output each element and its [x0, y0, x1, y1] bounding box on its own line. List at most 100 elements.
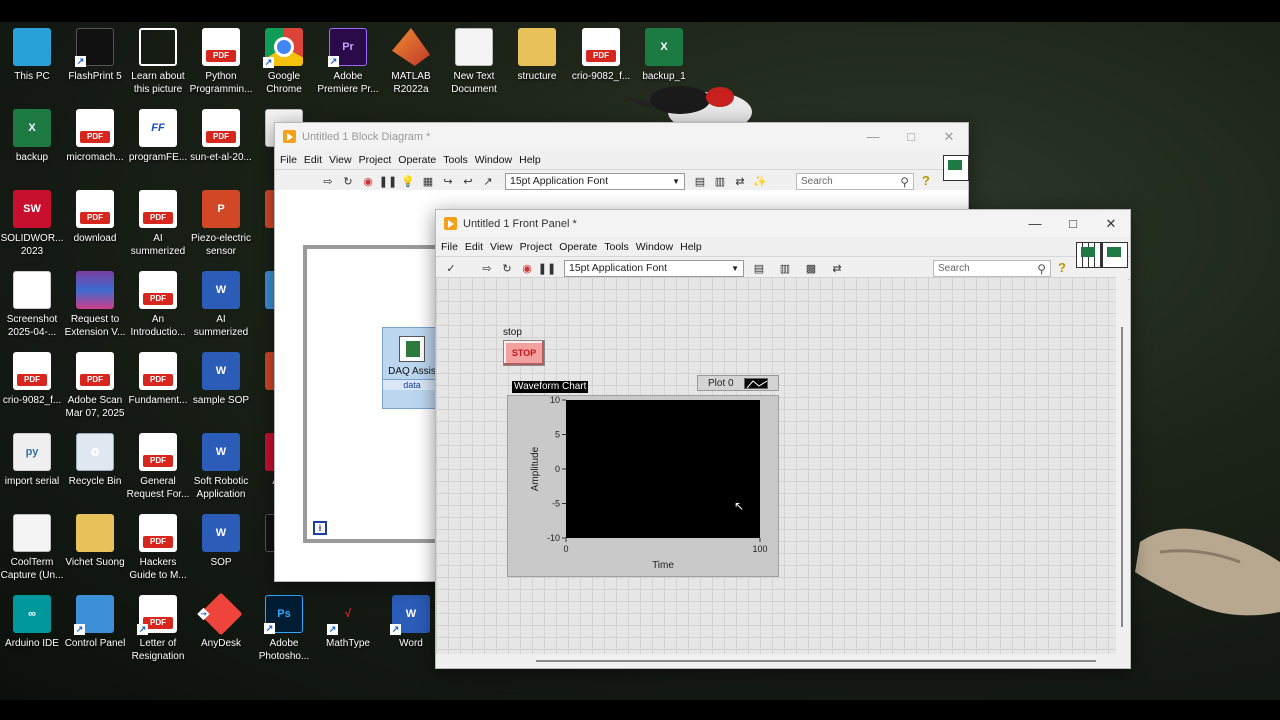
pause-icon[interactable]: ❚❚ [379, 172, 397, 190]
front-panel-window[interactable]: Untitled 1 Front Panel * — □ ✕ File Edit… [435, 209, 1131, 669]
run-arrow-icon[interactable]: ⇨ [478, 259, 496, 277]
block-diagram-titlebar[interactable]: Untitled 1 Block Diagram * — □ ✕ [275, 123, 968, 150]
minimize-button[interactable]: — [854, 123, 892, 150]
vi-icon[interactable] [1102, 242, 1128, 268]
desktop-icon[interactable]: FlashPrint 5 [63, 28, 127, 83]
stop-button[interactable]: STOP [503, 340, 545, 366]
menu-operate[interactable]: Operate [559, 241, 604, 253]
front-panel-canvas[interactable]: stop STOP Waveform Chart Plot 0 10 5 0 -5 -1… [436, 277, 1116, 654]
desktop-icon[interactable]: PDF Letter of Resignation [126, 595, 190, 663]
desktop-icon[interactable]: PDF Adobe Scan Mar 07, 2025 [63, 352, 127, 420]
horizontal-scrollbar[interactable] [436, 654, 1130, 668]
desktop-icon[interactable]: PDF General Request For... [126, 433, 190, 501]
highlight-execution-icon[interactable]: 💡 [399, 172, 417, 190]
close-button[interactable]: ✕ [1092, 210, 1130, 237]
font-select[interactable]: 15pt Application Font ▼ [505, 172, 685, 190]
run-continuously-icon[interactable]: ↻ [339, 172, 357, 190]
daq-assistant[interactable]: DAQ Assis data [382, 327, 442, 409]
desktop-icon[interactable]: PDF download [63, 190, 127, 245]
reorder-icon[interactable]: ⇄ [731, 172, 749, 190]
maximize-button[interactable]: □ [1054, 210, 1092, 237]
maximize-button[interactable]: □ [892, 123, 930, 150]
menu-operate[interactable]: Operate [398, 154, 443, 166]
desktop-icon[interactable]: PDF An Introductio... [126, 271, 190, 339]
front-panel-titlebar[interactable]: Untitled 1 Front Panel * — □ ✕ [436, 210, 1130, 237]
desktop-icon[interactable]: CoolTerm Capture (Un... [0, 514, 64, 582]
cleanup-diagram-icon[interactable]: ✨ [751, 172, 769, 190]
step-into-icon[interactable]: ↪ [439, 172, 457, 190]
desktop-icon[interactable]: Learn about this picture [126, 28, 190, 96]
close-button[interactable]: ✕ [930, 123, 968, 150]
font-select[interactable]: 15pt Application Font ▼ [564, 259, 744, 277]
desktop-icon[interactable]: W SOP [189, 514, 253, 569]
align-objects-icon[interactable]: ▤ [750, 259, 768, 277]
connector-pane-icon[interactable] [1076, 242, 1102, 268]
desktop-icon[interactable]: PDF crio-9082_f... [0, 352, 64, 407]
align-objects-icon[interactable]: ▤ [691, 172, 709, 190]
menu-tools[interactable]: Tools [604, 241, 636, 253]
menu-file[interactable]: File [441, 241, 465, 253]
search-icon[interactable]: ⚲ [1037, 262, 1046, 276]
menu-edit[interactable]: Edit [304, 154, 329, 166]
reorder-icon[interactable]: ⇄ [828, 259, 846, 277]
desktop-icon[interactable]: ∞ Arduino IDE [0, 595, 64, 650]
run-continuously-icon[interactable]: ↻ [498, 259, 516, 277]
menu-view[interactable]: View [329, 154, 359, 166]
desktop-icon[interactable]: Vichet Suong [63, 514, 127, 569]
desktop-icon[interactable]: Control Panel [63, 595, 127, 650]
menu-project[interactable]: Project [520, 241, 560, 253]
plot-legend[interactable]: Plot 0 [697, 375, 779, 391]
waveform-chart[interactable]: 10 5 0 -5 -10 0 100 Time Amplitude [507, 395, 779, 577]
pause-icon[interactable]: ❚❚ [538, 259, 556, 277]
desktop-icon[interactable]: AnyDesk [189, 592, 253, 650]
iteration-terminal[interactable]: i [313, 521, 327, 535]
desktop-icon[interactable]: PDF crio-9082_f... [569, 28, 633, 83]
step-out-icon[interactable]: ↗ [479, 172, 497, 190]
abort-icon[interactable]: ◉ [518, 259, 536, 277]
menu-file[interactable]: File [280, 154, 304, 166]
desktop-icon[interactable]: P Piezo-electric sensor [189, 190, 253, 258]
desktop-icon[interactable]: √ MathType [316, 595, 380, 650]
help-icon[interactable]: ? [1058, 260, 1066, 275]
abort-icon[interactable]: ◉ [359, 172, 377, 190]
desktop-icon[interactable]: ♻ Recycle Bin [63, 433, 127, 488]
minimize-button[interactable]: — [1016, 210, 1054, 237]
desktop-icon[interactable]: W Soft Robotic Application [189, 433, 253, 501]
desktop-icon[interactable]: PDF AI summerized [126, 190, 190, 258]
front-panel-search[interactable]: Search ⚲ [933, 260, 1051, 277]
desktop-icon[interactable]: SW SOLIDWOR... 2023 [0, 190, 64, 258]
desktop-icon[interactable]: Xbackup_1 [632, 28, 696, 83]
desktop-icon[interactable]: Google Chrome [252, 28, 316, 96]
help-icon[interactable]: ? [922, 173, 930, 188]
menu-tools[interactable]: Tools [443, 154, 475, 166]
resize-objects-icon[interactable]: ▩ [802, 259, 820, 277]
menu-window[interactable]: Window [475, 154, 519, 166]
desktop-icon[interactable]: MATLAB R2022a [379, 28, 443, 96]
run-arrow-icon[interactable]: ⇨ [319, 172, 337, 190]
step-over-icon[interactable]: ↩ [459, 172, 477, 190]
desktop-icon[interactable]: structure [505, 28, 569, 83]
desktop-icon[interactable]: Pr Adobe Premiere Pr... [316, 28, 380, 96]
distribute-objects-icon[interactable]: ▥ [711, 172, 729, 190]
desktop-icon[interactable]: This PC [0, 28, 64, 83]
menu-window[interactable]: Window [636, 241, 680, 253]
menu-project[interactable]: Project [359, 154, 399, 166]
desktop-icon[interactable]: PDF Python Programmin... [189, 28, 253, 96]
menu-help[interactable]: Help [519, 154, 548, 166]
desktop-icon[interactable]: W AI summerized [189, 271, 253, 339]
desktop-icon[interactable]: PDF Fundament... [126, 352, 190, 407]
desktop-icon[interactable]: Screenshot 2025-04-... [0, 271, 64, 339]
desktop-icon[interactable]: Request to Extension V... [63, 271, 127, 339]
menu-help[interactable]: Help [680, 241, 709, 253]
desktop-icon[interactable]: py import serial [0, 433, 64, 488]
desktop-icon[interactable]: Wsample SOP [189, 352, 253, 407]
desktop-icon[interactable]: FF programFE... [126, 109, 190, 164]
desktop-icon[interactable]: New Text Document [442, 28, 506, 96]
desktop-icon[interactable]: Ps Adobe Photosho... [252, 595, 316, 663]
distribute-objects-icon[interactable]: ▥ [776, 259, 794, 277]
daq-data-terminal[interactable]: data [383, 379, 441, 390]
desktop-icon[interactable]: W Word [379, 595, 443, 650]
block-diagram-search[interactable]: Search ⚲ [796, 173, 914, 190]
menu-view[interactable]: View [490, 241, 520, 253]
desktop-icon[interactable]: PDF Hackers Guide to M... [126, 514, 190, 582]
